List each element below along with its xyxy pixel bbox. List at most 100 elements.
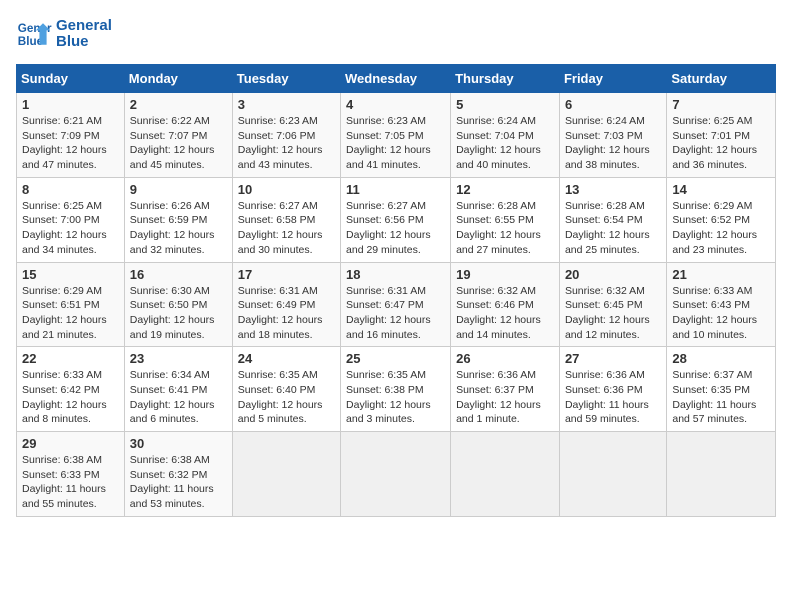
day-info: Sunrise: 6:23 AM Sunset: 7:05 PM Dayligh… (346, 114, 445, 173)
calendar-cell: 27 Sunrise: 6:36 AM Sunset: 6:36 PM Dayli… (559, 347, 666, 432)
calendar-cell: 17 Sunrise: 6:31 AM Sunset: 6:49 PM Dayli… (232, 262, 340, 347)
calendar-cell: 2 Sunrise: 6:22 AM Sunset: 7:07 PM Daylig… (124, 93, 232, 178)
day-info: Sunrise: 6:23 AM Sunset: 7:06 PM Dayligh… (238, 114, 335, 173)
calendar-week-5: 29Sunrise: 6:38 AM Sunset: 6:33 PM Dayli… (17, 432, 776, 517)
day-number: 16 (130, 267, 227, 282)
calendar-cell: 18 Sunrise: 6:31 AM Sunset: 6:47 PM Dayli… (341, 262, 451, 347)
calendar-header-row: SundayMondayTuesdayWednesdayThursdayFrid… (17, 65, 776, 93)
day-number: 7 (672, 97, 770, 112)
calendar-cell: 3 Sunrise: 6:23 AM Sunset: 7:06 PM Daylig… (232, 93, 340, 178)
logo-icon: General Blue (16, 16, 52, 52)
day-info: Sunrise: 6:24 AM Sunset: 7:04 PM Dayligh… (456, 114, 554, 173)
calendar-cell: 16 Sunrise: 6:30 AM Sunset: 6:50 PM Dayli… (124, 262, 232, 347)
day-number: 14 (672, 182, 770, 197)
calendar-cell: 24Sunrise: 6:35 AM Sunset: 6:40 PM Dayli… (232, 347, 340, 432)
day-info: Sunrise: 6:25 AM Sunset: 7:00 PM Dayligh… (22, 199, 119, 258)
calendar-cell: 7 Sunrise: 6:25 AM Sunset: 7:01 PM Daylig… (667, 93, 776, 178)
day-info: Sunrise: 6:31 AM Sunset: 6:49 PM Dayligh… (238, 284, 335, 343)
calendar-cell: 5 Sunrise: 6:24 AM Sunset: 7:04 PM Daylig… (451, 93, 560, 178)
day-number: 20 (565, 267, 661, 282)
day-info: Sunrise: 6:29 AM Sunset: 6:52 PM Dayligh… (672, 199, 770, 258)
day-info: Sunrise: 6:33 AM Sunset: 6:43 PM Dayligh… (672, 284, 770, 343)
header: General Blue GeneralBlue (16, 16, 776, 52)
calendar-table: SundayMondayTuesdayWednesdayThursdayFrid… (16, 64, 776, 517)
day-number: 19 (456, 267, 554, 282)
day-info: Sunrise: 6:28 AM Sunset: 6:54 PM Dayligh… (565, 199, 661, 258)
calendar-cell: 28 Sunrise: 6:37 AM Sunset: 6:35 PM Dayli… (667, 347, 776, 432)
col-header-sunday: Sunday (17, 65, 125, 93)
calendar-cell: 30 Sunrise: 6:38 AM Sunset: 6:32 PM Dayli… (124, 432, 232, 517)
day-number: 29 (22, 436, 119, 451)
calendar-cell: 26 Sunrise: 6:36 AM Sunset: 6:37 PM Dayli… (451, 347, 560, 432)
day-number: 3 (238, 97, 335, 112)
calendar-cell: 15 Sunrise: 6:29 AM Sunset: 6:51 PM Dayli… (17, 262, 125, 347)
day-number: 13 (565, 182, 661, 197)
calendar-cell: 10 Sunrise: 6:27 AM Sunset: 6:58 PM Dayli… (232, 177, 340, 262)
day-number: 27 (565, 351, 661, 366)
day-number: 30 (130, 436, 227, 451)
day-info: Sunrise: 6:34 AM Sunset: 6:41 PM Dayligh… (130, 368, 227, 427)
calendar-cell (341, 432, 451, 517)
day-info: Sunrise: 6:35 AM Sunset: 6:40 PM Dayligh… (238, 368, 335, 427)
calendar-cell: 19 Sunrise: 6:32 AM Sunset: 6:46 PM Dayli… (451, 262, 560, 347)
day-number: 26 (456, 351, 554, 366)
calendar-cell: 9Sunrise: 6:26 AM Sunset: 6:59 PM Daylig… (124, 177, 232, 262)
day-info: Sunrise: 6:24 AM Sunset: 7:03 PM Dayligh… (565, 114, 661, 173)
col-header-tuesday: Tuesday (232, 65, 340, 93)
day-info: Sunrise: 6:22 AM Sunset: 7:07 PM Dayligh… (130, 114, 227, 173)
day-info: Sunrise: 6:27 AM Sunset: 6:56 PM Dayligh… (346, 199, 445, 258)
day-number: 11 (346, 182, 445, 197)
day-info: Sunrise: 6:29 AM Sunset: 6:51 PM Dayligh… (22, 284, 119, 343)
logo: General Blue GeneralBlue (16, 16, 112, 52)
calendar-cell: 8Sunrise: 6:25 AM Sunset: 7:00 PM Daylig… (17, 177, 125, 262)
calendar-cell (559, 432, 666, 517)
day-number: 6 (565, 97, 661, 112)
calendar-cell: 22 Sunrise: 6:33 AM Sunset: 6:42 PM Dayli… (17, 347, 125, 432)
day-number: 10 (238, 182, 335, 197)
day-number: 4 (346, 97, 445, 112)
day-info: Sunrise: 6:38 AM Sunset: 6:32 PM Dayligh… (130, 453, 227, 512)
day-info: Sunrise: 6:37 AM Sunset: 6:35 PM Dayligh… (672, 368, 770, 427)
day-info: Sunrise: 6:31 AM Sunset: 6:47 PM Dayligh… (346, 284, 445, 343)
day-number: 28 (672, 351, 770, 366)
day-number: 23 (130, 351, 227, 366)
day-info: Sunrise: 6:26 AM Sunset: 6:59 PM Dayligh… (130, 199, 227, 258)
calendar-cell: 21Sunrise: 6:33 AM Sunset: 6:43 PM Dayli… (667, 262, 776, 347)
day-number: 22 (22, 351, 119, 366)
day-number: 17 (238, 267, 335, 282)
day-info: Sunrise: 6:21 AM Sunset: 7:09 PM Dayligh… (22, 114, 119, 173)
day-number: 1 (22, 97, 119, 112)
calendar-cell: 20Sunrise: 6:32 AM Sunset: 6:45 PM Dayli… (559, 262, 666, 347)
calendar-cell (232, 432, 340, 517)
day-info: Sunrise: 6:30 AM Sunset: 6:50 PM Dayligh… (130, 284, 227, 343)
col-header-thursday: Thursday (451, 65, 560, 93)
col-header-friday: Friday (559, 65, 666, 93)
day-number: 2 (130, 97, 227, 112)
calendar-cell: 23 Sunrise: 6:34 AM Sunset: 6:41 PM Dayli… (124, 347, 232, 432)
col-header-wednesday: Wednesday (341, 65, 451, 93)
day-info: Sunrise: 6:25 AM Sunset: 7:01 PM Dayligh… (672, 114, 770, 173)
day-number: 18 (346, 267, 445, 282)
day-number: 12 (456, 182, 554, 197)
calendar-cell: 12 Sunrise: 6:28 AM Sunset: 6:55 PM Dayli… (451, 177, 560, 262)
day-number: 5 (456, 97, 554, 112)
day-info: Sunrise: 6:27 AM Sunset: 6:58 PM Dayligh… (238, 199, 335, 258)
calendar-cell: 29Sunrise: 6:38 AM Sunset: 6:33 PM Dayli… (17, 432, 125, 517)
day-info: Sunrise: 6:32 AM Sunset: 6:46 PM Dayligh… (456, 284, 554, 343)
calendar-cell: 14 Sunrise: 6:29 AM Sunset: 6:52 PM Dayli… (667, 177, 776, 262)
calendar-cell: 25Sunrise: 6:35 AM Sunset: 6:38 PM Dayli… (341, 347, 451, 432)
calendar-cell: 6 Sunrise: 6:24 AM Sunset: 7:03 PM Daylig… (559, 93, 666, 178)
calendar-cell: 4 Sunrise: 6:23 AM Sunset: 7:05 PM Daylig… (341, 93, 451, 178)
day-info: Sunrise: 6:36 AM Sunset: 6:37 PM Dayligh… (456, 368, 554, 427)
day-info: Sunrise: 6:35 AM Sunset: 6:38 PM Dayligh… (346, 368, 445, 427)
day-info: Sunrise: 6:33 AM Sunset: 6:42 PM Dayligh… (22, 368, 119, 427)
day-info: Sunrise: 6:36 AM Sunset: 6:36 PM Dayligh… (565, 368, 661, 427)
col-header-monday: Monday (124, 65, 232, 93)
day-info: Sunrise: 6:28 AM Sunset: 6:55 PM Dayligh… (456, 199, 554, 258)
col-header-saturday: Saturday (667, 65, 776, 93)
day-number: 15 (22, 267, 119, 282)
calendar-cell: 1 Sunrise: 6:21 AM Sunset: 7:09 PM Daylig… (17, 93, 125, 178)
calendar-cell: 13 Sunrise: 6:28 AM Sunset: 6:54 PM Dayli… (559, 177, 666, 262)
calendar-week-1: 1 Sunrise: 6:21 AM Sunset: 7:09 PM Daylig… (17, 93, 776, 178)
calendar-week-4: 22 Sunrise: 6:33 AM Sunset: 6:42 PM Dayli… (17, 347, 776, 432)
